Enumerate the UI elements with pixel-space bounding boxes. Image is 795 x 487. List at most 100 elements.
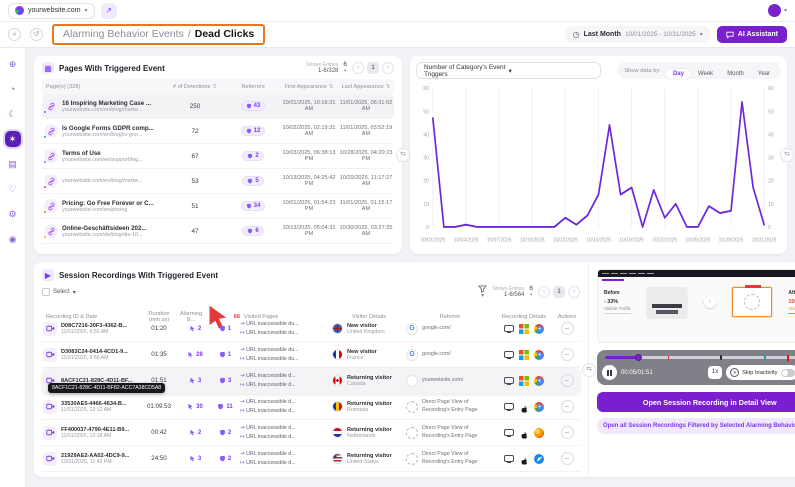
status-dot bbox=[43, 135, 47, 139]
select-all-control[interactable]: Select ▾ bbox=[42, 288, 76, 296]
column-header[interactable]: Last Appearance⇅ bbox=[338, 84, 394, 90]
table-row[interactable]: 8ACF1C21-828C-4D11-BF...01:5133⇥ URL ina… bbox=[42, 368, 580, 394]
select-checkbox[interactable] bbox=[42, 288, 50, 296]
sidebar-item-alarming-events[interactable]: ✶ bbox=[5, 131, 21, 147]
ai-assistant-button[interactable]: AI Assistant bbox=[717, 26, 787, 43]
referrers-badge[interactable]: 5 bbox=[242, 176, 263, 186]
entry-page: ⇥ URL inaccessible d... bbox=[240, 424, 332, 433]
current-page[interactable]: 1 bbox=[367, 62, 379, 74]
referrers-badge[interactable]: 12 bbox=[241, 126, 266, 136]
sort-icon[interactable]: ⇅ bbox=[329, 84, 334, 90]
row-actions-button[interactable]: – bbox=[561, 322, 574, 335]
date-range-picker[interactable]: ◷ Last Month 10/01/2025 - 10/31/2025 ▾ bbox=[565, 26, 711, 43]
column-header[interactable]: First Appearance⇅ bbox=[280, 84, 338, 90]
open-external-button[interactable]: ↗ bbox=[101, 3, 117, 19]
back-button[interactable]: ↺ bbox=[30, 28, 43, 41]
link-icon bbox=[47, 227, 56, 236]
table-row[interactable]: D08C7216-30F3-4362-B...11/01/2025, 6:50 … bbox=[42, 316, 580, 342]
recording-cell: D08C7216-30F3-4362-B...11/01/2025, 6:50 … bbox=[42, 322, 138, 336]
column-header[interactable]: Referrers bbox=[226, 84, 280, 90]
shown-entries: Shown Entries 1-6/328 bbox=[306, 62, 338, 74]
panel-resize-handle[interactable]: ⇆ bbox=[582, 363, 596, 377]
row-actions-button[interactable]: – bbox=[561, 400, 574, 413]
open-recording-button[interactable]: Open Session Recording in Detail View bbox=[597, 392, 795, 412]
entry-page: ⇥ URL inaccessible du... bbox=[240, 346, 332, 355]
column-header[interactable]: Page(s) (328) bbox=[42, 84, 164, 90]
sidebar-item-dropper[interactable]: ◉ bbox=[5, 231, 21, 247]
recording-texts: 33530AE5-4466-4634-B...11/01/2025, 12:12… bbox=[61, 401, 127, 413]
svg-text:20: 20 bbox=[768, 178, 774, 184]
table-row[interactable]: Terms of Useyourwebsite.com/en/support/l… bbox=[42, 144, 394, 169]
recording-thumbnail[interactable]: Before - 33% Visible Traffic › After 100… bbox=[597, 269, 795, 343]
playhead-knob[interactable] bbox=[635, 354, 642, 361]
row-actions-button[interactable]: – bbox=[561, 374, 574, 387]
page-size-select[interactable]: 6 ▾ bbox=[529, 286, 533, 298]
sidebar-item-moon[interactable]: ☾ bbox=[5, 106, 21, 122]
sidebar-item-compass[interactable]: ⊕ bbox=[5, 56, 21, 72]
table-row[interactable]: D3083C24-0414-4CD1-9...11/01/2025, 3:56 … bbox=[42, 342, 580, 368]
visitor-details: New visitorFrance bbox=[332, 349, 406, 361]
page-title: Dead Clicks bbox=[195, 28, 255, 40]
prev-page-button[interactable]: ‹ bbox=[352, 62, 364, 74]
column-header[interactable]: # of Detections⇅ bbox=[164, 84, 226, 90]
apple-icon bbox=[519, 402, 529, 412]
sort-icon[interactable]: ⇅ bbox=[212, 84, 217, 90]
skip-inactivity-control[interactable]: » Skip Inactivity bbox=[726, 365, 795, 380]
referrers-badge[interactable]: 6 bbox=[242, 226, 263, 236]
open-all-recordings-link[interactable]: Open all Session Recordings Filtered by … bbox=[597, 418, 795, 434]
referrers-badge[interactable]: 34 bbox=[241, 201, 266, 211]
row-actions-button[interactable]: – bbox=[561, 348, 574, 361]
first-appearance: 10/03/2025, 06:38:13 PM bbox=[280, 150, 338, 162]
referrer-text: Direct Page View of Recording's Entry Pa… bbox=[422, 399, 494, 413]
sidebar-item-layers[interactable]: ▤ bbox=[5, 156, 21, 172]
panel-resize-handle[interactable]: ⇆ bbox=[396, 148, 410, 162]
timeline-marker bbox=[668, 355, 670, 360]
chevron-down-icon[interactable]: ▾ bbox=[784, 7, 787, 14]
row-actions-button[interactable]: – bbox=[561, 426, 574, 439]
prev-page-button[interactable]: ‹ bbox=[538, 286, 550, 298]
row-actions-button[interactable]: – bbox=[561, 452, 574, 465]
chart-metric-select[interactable]: Number of Category's Event Triggers ▾ bbox=[416, 62, 601, 79]
table-row[interactable]: FF400037-4790-4E11-B9...11/01/2025, 12:1… bbox=[42, 420, 580, 446]
sort-icon[interactable]: ⇅ bbox=[386, 84, 391, 90]
breadcrumb-parent[interactable]: Alarming Behavior Events bbox=[63, 28, 184, 40]
after-card bbox=[732, 287, 772, 317]
playback-speed-button[interactable]: 1x bbox=[708, 366, 722, 379]
referrers-badge[interactable]: 2 bbox=[242, 151, 263, 161]
visitor-country: Romania bbox=[347, 407, 392, 413]
table-row[interactable]: 33530AE5-4466-4634-B...11/01/2025, 12:12… bbox=[42, 394, 580, 420]
tab-year[interactable]: Year bbox=[751, 69, 777, 79]
page-size-select[interactable]: 6 ▾ bbox=[343, 62, 347, 74]
table-row[interactable]: 21929AE2-AA02-4DC9-9...10/31/2025, 11:42… bbox=[42, 446, 580, 472]
shield-icon bbox=[246, 203, 252, 209]
next-page-button[interactable]: › bbox=[568, 286, 580, 298]
tab-month[interactable]: Month bbox=[720, 69, 751, 79]
date-preset: Last Month bbox=[584, 31, 621, 38]
panel-resize-handle[interactable]: ⇆ bbox=[780, 148, 794, 162]
tab-day[interactable]: Day bbox=[666, 69, 691, 79]
table-row[interactable]: yourwebsite.com/en/blog/marke...53510/13… bbox=[42, 169, 394, 194]
collapse-panel-button[interactable]: « bbox=[8, 28, 21, 41]
sidebar-item-gear[interactable]: ⚙ bbox=[5, 206, 21, 222]
table-row[interactable]: 16 Inspiring Marketing Case ...yourwebsi… bbox=[42, 94, 394, 119]
table-row[interactable]: Online-Geschäftsideen 202...yourwebsite.… bbox=[42, 219, 394, 244]
timeline-scrubber[interactable] bbox=[605, 356, 795, 359]
filter-button[interactable]: ▾ bbox=[478, 285, 487, 299]
cursor-click-icon bbox=[189, 429, 196, 436]
table-row[interactable]: Pricing: Go Free Forever or C...yourwebs… bbox=[42, 194, 394, 219]
avatar[interactable] bbox=[768, 4, 781, 17]
next-page-button[interactable]: › bbox=[382, 62, 394, 74]
exit-page: ↦ URL inaccessible d... bbox=[240, 433, 332, 442]
svg-text:10/19/2025: 10/19/2025 bbox=[619, 237, 644, 243]
tab-week[interactable]: Week bbox=[691, 69, 720, 79]
shown-entries: Shown Entries 1-6/564 bbox=[492, 286, 524, 298]
skip-inactivity-toggle[interactable] bbox=[781, 369, 795, 377]
sidebar-item-shield[interactable]: ♡ bbox=[5, 181, 21, 197]
site-selector[interactable]: yourwebsite.com ▾ bbox=[8, 3, 95, 19]
sessions-panel-icon: ▶ bbox=[42, 269, 54, 281]
table-row[interactable]: Is Google Forms GDPR comp...yourwebsite.… bbox=[42, 119, 394, 144]
pause-button[interactable] bbox=[602, 365, 617, 380]
referrers-badge[interactable]: 43 bbox=[241, 101, 266, 111]
current-page[interactable]: 1 bbox=[553, 286, 565, 298]
sidebar-item-user[interactable]: ◔ bbox=[5, 81, 21, 97]
